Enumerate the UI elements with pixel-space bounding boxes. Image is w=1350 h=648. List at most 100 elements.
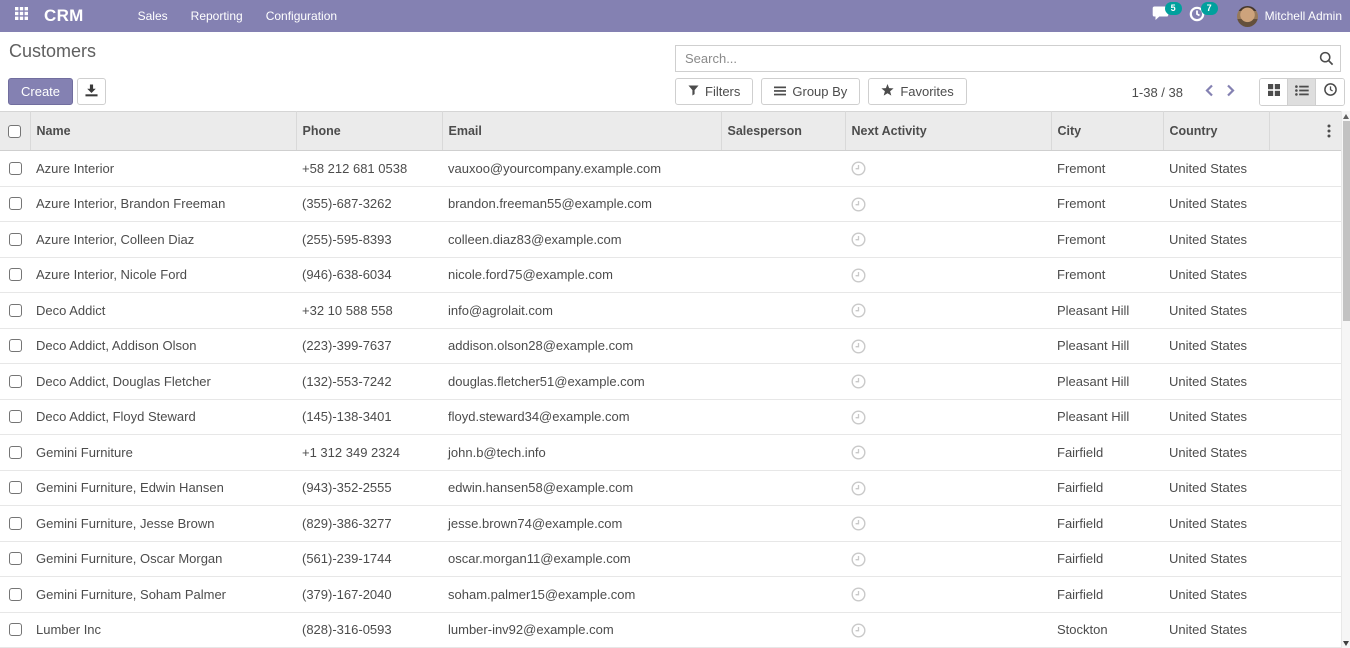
user-menu-button[interactable]: Mitchell Admin xyxy=(1237,6,1342,27)
cell-name: Gemini Furniture, Jesse Brown xyxy=(30,506,296,542)
row-checkbox[interactable] xyxy=(9,517,22,530)
row-checkbox[interactable] xyxy=(9,268,22,281)
cell-phone: (379)-167-2040 xyxy=(296,577,442,613)
cell-city: Pleasant Hill xyxy=(1051,293,1163,329)
row-checkbox[interactable] xyxy=(9,339,22,352)
cell-country: United States xyxy=(1163,470,1269,506)
pager-next-button[interactable] xyxy=(1220,82,1241,102)
nav-menu-configuration[interactable]: Configuration xyxy=(264,7,339,25)
activity-view-button[interactable] xyxy=(1316,79,1344,105)
next-activity-clock-icon[interactable] xyxy=(851,552,866,567)
table-row[interactable]: Azure Interior, Brandon Freeman (355)-68… xyxy=(0,186,1341,222)
nav-menu-reporting[interactable]: Reporting xyxy=(189,7,245,25)
column-header-country[interactable]: Country xyxy=(1163,112,1269,151)
filters-button[interactable]: Filters xyxy=(675,78,753,105)
cell-country: United States xyxy=(1163,293,1269,329)
vertical-scrollbar[interactable] xyxy=(1341,111,1350,648)
next-activity-clock-icon[interactable] xyxy=(851,481,866,496)
next-activity-clock-icon[interactable] xyxy=(851,232,866,247)
next-activity-clock-icon[interactable] xyxy=(851,623,866,638)
cell-email: soham.palmer15@example.com xyxy=(442,577,721,613)
row-checkbox[interactable] xyxy=(9,588,22,601)
cell-city: Fairfield xyxy=(1051,435,1163,471)
cell-city: Stockton xyxy=(1051,612,1163,648)
row-checkbox[interactable] xyxy=(9,623,22,636)
cell-salesperson xyxy=(721,541,845,577)
cell-extra xyxy=(1269,399,1341,435)
table-row[interactable]: Gemini Furniture +1 312 349 2324 john.b@… xyxy=(0,435,1341,471)
next-activity-clock-icon[interactable] xyxy=(851,445,866,460)
scrollbar-up-arrow-icon[interactable] xyxy=(1343,114,1349,119)
row-checkbox[interactable] xyxy=(9,162,22,175)
table-row[interactable]: Gemini Furniture, Edwin Hansen (943)-352… xyxy=(0,470,1341,506)
next-activity-clock-icon[interactable] xyxy=(851,161,866,176)
table-row[interactable]: Gemini Furniture, Jesse Brown (829)-386-… xyxy=(0,506,1341,542)
next-activity-clock-icon[interactable] xyxy=(851,374,866,389)
create-button[interactable]: Create xyxy=(8,78,73,105)
table-row[interactable]: Gemini Furniture, Oscar Morgan (561)-239… xyxy=(0,541,1341,577)
pager-previous-button[interactable] xyxy=(1199,82,1220,102)
table-row[interactable]: Azure Interior, Colleen Diaz (255)-595-8… xyxy=(0,222,1341,258)
table-row[interactable]: Lumber Inc (828)-316-0593 lumber-inv92@e… xyxy=(0,612,1341,648)
cell-phone: (255)-595-8393 xyxy=(296,222,442,258)
select-all-checkbox[interactable] xyxy=(8,125,21,138)
column-header-next-activity[interactable]: Next Activity xyxy=(845,112,1051,151)
row-checkbox[interactable] xyxy=(9,552,22,565)
next-activity-clock-icon[interactable] xyxy=(851,268,866,283)
next-activity-clock-icon[interactable] xyxy=(851,410,866,425)
nav-menu-sales[interactable]: Sales xyxy=(136,7,170,25)
activities-menu-button[interactable]: 7 xyxy=(1187,6,1207,26)
column-header-name[interactable]: Name xyxy=(30,112,296,151)
row-checkbox[interactable] xyxy=(9,375,22,388)
favorites-button[interactable]: Favorites xyxy=(868,78,966,105)
cell-name: Azure Interior, Brandon Freeman xyxy=(30,186,296,222)
column-header-city[interactable]: City xyxy=(1051,112,1163,151)
row-checkbox[interactable] xyxy=(9,410,22,423)
cell-phone: (561)-239-1744 xyxy=(296,541,442,577)
kanban-view-button[interactable] xyxy=(1260,79,1288,105)
next-activity-clock-icon[interactable] xyxy=(851,197,866,212)
row-checkbox[interactable] xyxy=(9,233,22,246)
next-activity-clock-icon[interactable] xyxy=(851,339,866,354)
cell-email: nicole.ford75@example.com xyxy=(442,257,721,293)
cell-country: United States xyxy=(1163,541,1269,577)
table-row[interactable]: Deco Addict +32 10 588 558 info@agrolait… xyxy=(0,293,1341,329)
next-activity-clock-icon[interactable] xyxy=(851,303,866,318)
list-view-button[interactable] xyxy=(1288,79,1316,105)
column-header-phone[interactable]: Phone xyxy=(296,112,442,151)
app-brand[interactable]: CRM xyxy=(44,6,84,26)
table-row[interactable]: Deco Addict, Douglas Fletcher (132)-553-… xyxy=(0,364,1341,400)
cell-salesperson xyxy=(721,364,845,400)
row-checkbox[interactable] xyxy=(9,446,22,459)
cell-salesperson xyxy=(721,506,845,542)
search-option-buttons: Filters Group By Favorites xyxy=(675,78,967,105)
cell-city: Fairfield xyxy=(1051,541,1163,577)
row-checkbox[interactable] xyxy=(9,481,22,494)
scrollbar-down-arrow-icon[interactable] xyxy=(1343,641,1349,646)
row-checkbox[interactable] xyxy=(9,197,22,210)
column-header-email[interactable]: Email xyxy=(442,112,721,151)
table-row[interactable]: Azure Interior +58 212 681 0538 vauxoo@y… xyxy=(0,151,1341,187)
next-activity-clock-icon[interactable] xyxy=(851,516,866,531)
table-row[interactable]: Deco Addict, Addison Olson (223)-399-763… xyxy=(0,328,1341,364)
table-row[interactable]: Azure Interior, Nicole Ford (946)-638-60… xyxy=(0,257,1341,293)
table-row[interactable]: Gemini Furniture, Soham Palmer (379)-167… xyxy=(0,577,1341,613)
cell-email: edwin.hansen58@example.com xyxy=(442,470,721,506)
export-button[interactable] xyxy=(77,78,106,105)
row-checkbox[interactable] xyxy=(9,304,22,317)
column-header-salesperson[interactable]: Salesperson xyxy=(721,112,845,151)
table-row[interactable]: Deco Addict, Floyd Steward (145)-138-340… xyxy=(0,399,1341,435)
cell-extra xyxy=(1269,541,1341,577)
cell-extra xyxy=(1269,612,1341,648)
messages-menu-button[interactable]: 5 xyxy=(1151,6,1171,26)
magnifier-icon[interactable] xyxy=(1319,51,1334,71)
kebab-optional-columns-icon[interactable] xyxy=(1327,124,1331,138)
group-by-button[interactable]: Group By xyxy=(761,78,860,105)
cell-name: Gemini Furniture, Soham Palmer xyxy=(30,577,296,613)
cell-phone: (828)-316-0593 xyxy=(296,612,442,648)
scrollbar-thumb[interactable] xyxy=(1343,121,1350,321)
search-input[interactable] xyxy=(675,45,1341,72)
cell-extra xyxy=(1269,577,1341,613)
next-activity-clock-icon[interactable] xyxy=(851,587,866,602)
apps-menu-button[interactable] xyxy=(8,0,34,32)
